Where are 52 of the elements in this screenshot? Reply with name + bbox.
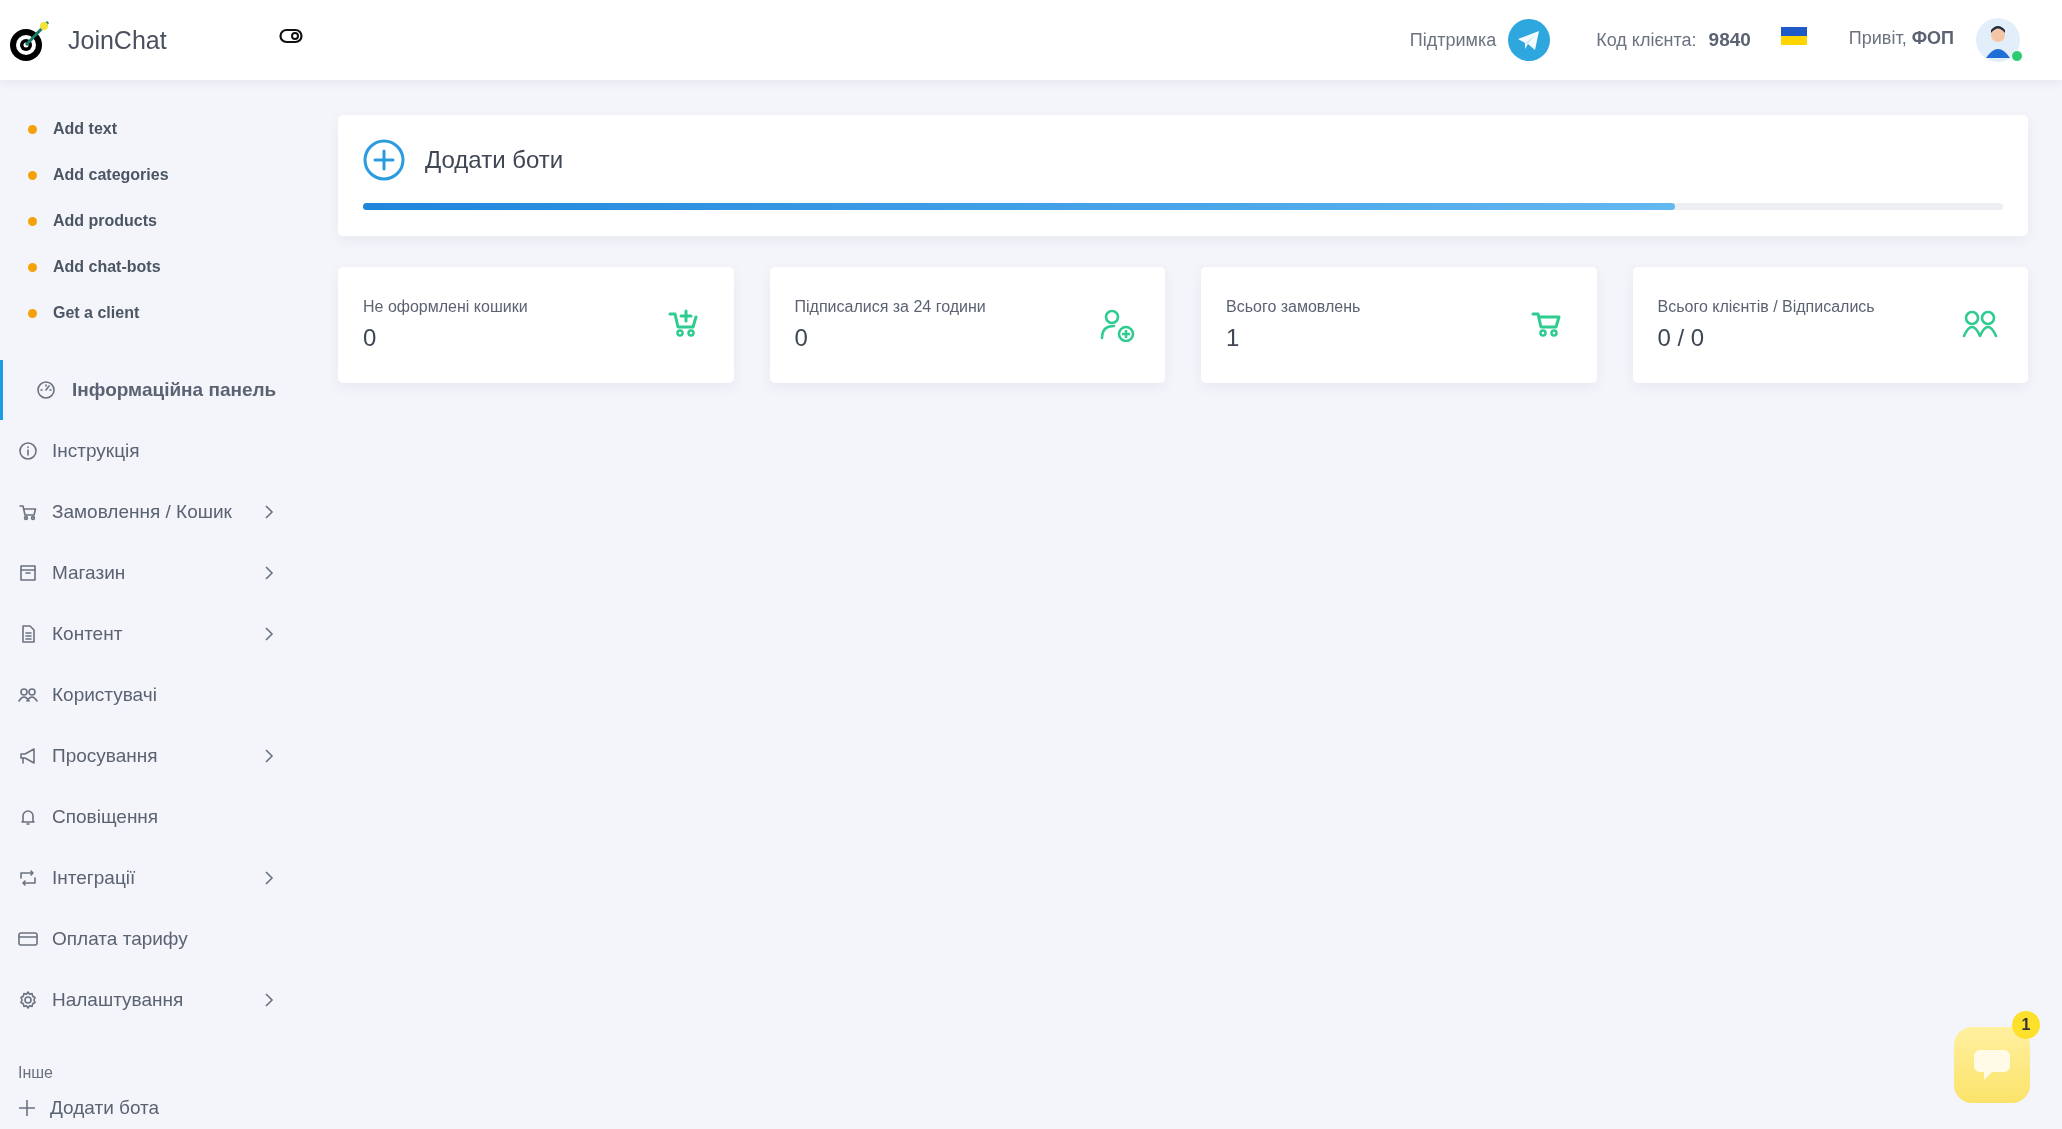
repeat-icon bbox=[18, 867, 38, 888]
gauge-icon bbox=[36, 380, 56, 400]
flag-icon[interactable] bbox=[1780, 27, 1807, 45]
sidebar-item[interactable]: Інструкція bbox=[0, 420, 290, 481]
sidebar-item[interactable]: Магазин bbox=[0, 542, 290, 603]
sidebar-item[interactable]: Замовлення / Кошик bbox=[0, 481, 290, 542]
section-title: Інше bbox=[17, 1063, 54, 1083]
stat-label: Підписалися за 24 години bbox=[794, 298, 986, 316]
info-icon bbox=[18, 440, 38, 461]
sidebar-item[interactable]: Просування bbox=[0, 725, 290, 786]
plus-icon bbox=[18, 1099, 36, 1117]
archive-box-icon bbox=[18, 562, 38, 583]
sidebar-item[interactable]: Інтеграції bbox=[0, 847, 290, 908]
megaphone-icon bbox=[18, 745, 38, 766]
stat-value: 0 / 0 bbox=[1657, 324, 1706, 352]
checklist-item[interactable]: Add products bbox=[28, 198, 300, 244]
client-code: 9840 bbox=[1708, 29, 1751, 51]
dot-icon bbox=[28, 308, 37, 318]
checklist-item[interactable]: Add text bbox=[28, 106, 300, 152]
stat-value: 0 bbox=[363, 324, 378, 352]
support-label: Підтримка bbox=[1409, 29, 1497, 51]
card-title: Додати боти bbox=[425, 146, 564, 174]
dot-icon bbox=[28, 170, 37, 180]
checklist-item[interactable]: Get a client bbox=[28, 290, 300, 336]
stat-label: Не оформлені кошики bbox=[363, 298, 528, 316]
brand-name[interactable]: JoinChat bbox=[68, 25, 167, 55]
dot-icon bbox=[28, 216, 37, 226]
sidebar-item[interactable]: Додати бота bbox=[0, 1088, 290, 1128]
gear-icon bbox=[18, 989, 38, 1010]
avatar[interactable] bbox=[1976, 18, 2020, 62]
dot-icon bbox=[28, 262, 37, 272]
toggle-icon[interactable] bbox=[278, 28, 303, 44]
user-plus-icon bbox=[1099, 308, 1135, 342]
client-code-label: Код клієнта: bbox=[1596, 29, 1697, 51]
notification-badge: 1 bbox=[2012, 1011, 2040, 1039]
sidebar-item[interactable]: Користувачі bbox=[0, 664, 290, 725]
sidebar-item[interactable]: Контент bbox=[0, 603, 290, 664]
telegram-icon[interactable] bbox=[1508, 19, 1551, 61]
sidebar-item[interactable]: Інформаційна панель bbox=[0, 360, 290, 420]
checklist-item[interactable]: Add chat-bots bbox=[28, 244, 300, 290]
stat-label: Всього замовлень bbox=[1226, 298, 1361, 316]
sidebar-item[interactable]: Оплата тарифу bbox=[0, 908, 290, 969]
greeting: Привіт, ФОП bbox=[1848, 27, 1954, 49]
sidebar-item[interactable]: Налаштування bbox=[0, 969, 290, 1030]
plus-circle-icon[interactable] bbox=[363, 139, 405, 181]
stat-label: Всього клієнтів / Відписались bbox=[1657, 298, 1875, 316]
dot-icon bbox=[28, 124, 37, 134]
stat-value: 0 bbox=[794, 324, 809, 352]
checklist-item[interactable]: Add categories bbox=[28, 152, 300, 198]
speech-bubble-icon bbox=[1972, 1048, 2012, 1082]
sidebar-item[interactable]: Сповіщення bbox=[0, 786, 290, 847]
stat-value: 1 bbox=[1226, 324, 1241, 352]
